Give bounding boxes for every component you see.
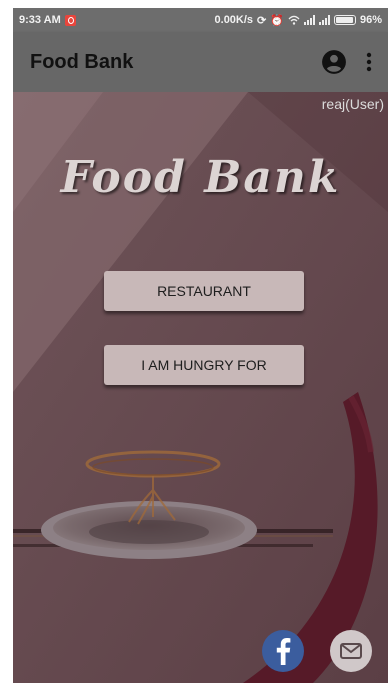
mail-button[interactable] — [330, 630, 372, 672]
overflow-menu-button[interactable] — [354, 42, 384, 82]
mail-icon — [340, 643, 362, 659]
phone-screen: 9:33 AM 0.00K/s ⟳ ⏰ 96% Food Bank reaj(U… — [13, 8, 388, 683]
facebook-icon — [276, 638, 291, 665]
signal-icon — [303, 15, 315, 25]
hungry-for-button[interactable]: I AM HUNGRY FOR — [104, 345, 304, 385]
more-vert-icon — [366, 52, 372, 72]
restaurant-button[interactable]: RESTAURANT — [104, 271, 304, 311]
battery-percent: 96% — [359, 14, 382, 26]
app-notification-icon — [64, 14, 76, 26]
signal-icon — [318, 15, 330, 25]
facebook-button[interactable] — [262, 630, 304, 672]
sync-icon: ⟳ — [257, 14, 267, 27]
alarm-icon: ⏰ — [270, 14, 284, 27]
app-title: Food Bank — [30, 50, 134, 73]
status-bar: 9:33 AM 0.00K/s ⟳ ⏰ 96% — [13, 8, 388, 32]
account-circle-icon — [322, 50, 346, 74]
account-button[interactable] — [314, 42, 354, 82]
user-label: reaj(User) — [321, 96, 384, 112]
network-speed: 0.00K/s — [214, 14, 254, 26]
main-content: reaj(User) Food Bank RESTAURANT I AM HUN… — [13, 92, 388, 683]
app-bar: Food Bank — [13, 32, 388, 92]
status-right: 0.00K/s ⟳ ⏰ 96% — [215, 14, 382, 27]
status-time: 9:33 AM — [19, 14, 61, 26]
wifi-icon — [288, 15, 300, 25]
battery-icon — [333, 15, 356, 25]
status-left: 9:33 AM — [19, 14, 76, 26]
app-logo-text: Food Bank — [60, 152, 341, 203]
